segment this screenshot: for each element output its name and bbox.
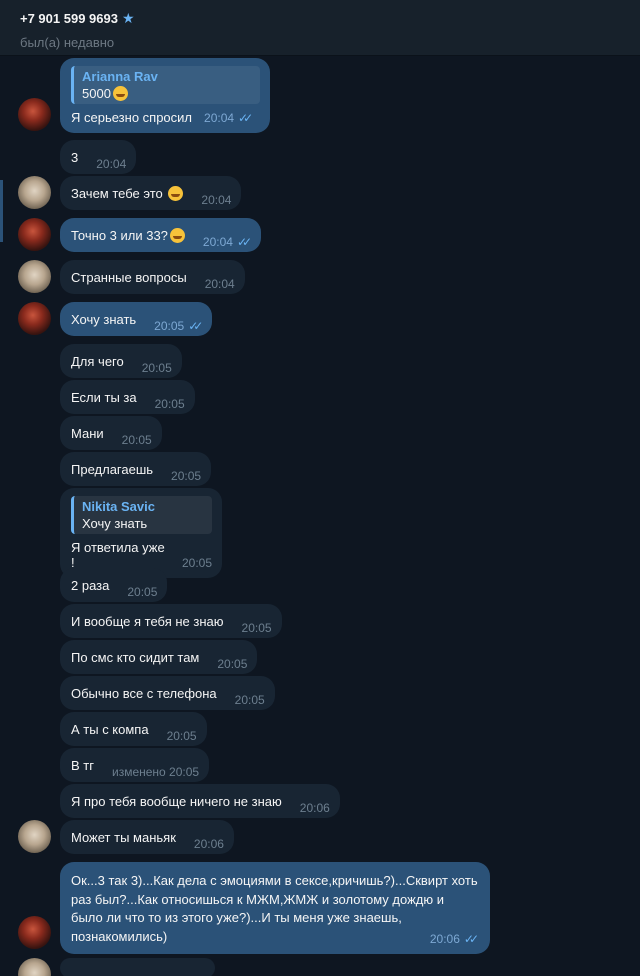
laughing-emoji-icon: [112, 86, 128, 101]
message-time: 20:05: [171, 469, 202, 483]
message-time: 20:04: [204, 111, 235, 125]
message-incoming[interactable]: И вообще я тебя не знаю 20:05: [60, 604, 282, 638]
message-text: Я ответила уже !: [71, 540, 165, 570]
message-time: 20:05: [166, 729, 197, 743]
quoted-text: Хочу знать: [82, 516, 148, 531]
message-incoming[interactable]: По смс кто сидит там 20:05: [60, 640, 258, 674]
message-incoming[interactable]: Предлагаешь 20:05: [60, 452, 212, 486]
message-text: Мани: [71, 425, 104, 441]
quoted-author: Arianna Rav: [82, 69, 158, 84]
message-text: Точно 3 или 33?: [71, 227, 168, 243]
message-time: 20:04: [201, 193, 232, 207]
message-text: А ты с компа: [71, 721, 149, 737]
message-incoming[interactable]: Зачем тебе это 20:04: [60, 176, 242, 210]
message-time: 20:05: [234, 693, 265, 707]
message-outgoing[interactable]: Ок...3 так 3)...Как дела с эмоциями в се…: [60, 862, 490, 954]
message-incoming[interactable]: Если ты за 20:05: [60, 380, 195, 414]
reply-bubble[interactable]: Nikita Savic Хочу знать Я ответила уже !…: [60, 488, 222, 578]
message-text: Предлагаешь: [71, 461, 154, 477]
message-incoming[interactable]: А ты с компа 20:05: [60, 712, 207, 746]
message-time: 20:05: [127, 585, 158, 599]
message-time: 20:05: [141, 361, 172, 375]
message-text: Если ты за: [71, 389, 137, 405]
message-incoming[interactable]: [60, 958, 215, 976]
reply-bubble[interactable]: Arianna Rav 5000 Я серьезно спросил 20:0…: [60, 58, 270, 133]
message-incoming[interactable]: 3 20:04: [60, 140, 137, 174]
message-text: Я про тебя вообще ничего не знаю: [71, 793, 282, 809]
message-time: 20:04: [96, 157, 127, 171]
message-text: И вообще я тебя не знаю: [71, 613, 224, 629]
message-outgoing[interactable]: Arianna Rav 5000 Я серьезно спросил 20:0…: [60, 58, 270, 133]
message-text: 2 раза: [71, 577, 110, 593]
avatar[interactable]: [18, 218, 51, 251]
message-text: Ок...3 так 3)...Как дела с эмоциями в се…: [71, 873, 478, 944]
message-text: Я серьезно спросил: [71, 110, 193, 125]
message-outgoing[interactable]: Точно 3 или 33? 20:04 ✓✓: [60, 218, 262, 252]
message-incoming[interactable]: В тг изменено 20:05: [60, 748, 210, 782]
message-incoming[interactable]: 2 раза 20:05: [60, 568, 168, 602]
message-incoming[interactable]: Я про тебя вообще ничего не знаю 20:06: [60, 784, 340, 818]
message-text: В тг: [71, 757, 94, 773]
message-text: 3: [71, 149, 79, 165]
avatar[interactable]: [18, 916, 51, 949]
chat-title[interactable]: +7 901 599 9693 ★: [20, 10, 620, 27]
message-text: По смс кто сидит там: [71, 649, 200, 665]
message-text: Обычно все с телефона: [71, 685, 217, 701]
quoted-text: 5000: [82, 86, 111, 101]
message-bubble-partial[interactable]: [60, 958, 215, 976]
message-text: Может ты маньяк: [71, 829, 176, 845]
message-time: изменено 20:05: [111, 765, 200, 779]
message-time: 20:05: [154, 397, 185, 411]
thinking-emoji-icon: [168, 185, 184, 201]
message-bubble[interactable]: Ок...3 так 3)...Как дела с эмоциями в се…: [60, 862, 490, 954]
message-time: 20:06: [299, 801, 330, 815]
quoted-message[interactable]: Nikita Savic Хочу знать: [71, 496, 212, 534]
message-incoming[interactable]: Для чего 20:05: [60, 344, 182, 378]
avatar[interactable]: [18, 176, 51, 209]
laughing-emoji-icon: [169, 227, 185, 243]
avatar[interactable]: [18, 958, 51, 976]
message-time: 20:05: [217, 657, 248, 671]
message-time: 20:05: [154, 319, 185, 333]
message-incoming[interactable]: Мани 20:05: [60, 416, 162, 450]
quoted-author: Nikita Savic: [82, 499, 155, 514]
message-incoming[interactable]: Nikita Savic Хочу знать Я ответила уже !…: [60, 488, 222, 578]
contact-phone[interactable]: +7 901 599 9693: [20, 11, 118, 26]
message-time: 20:06: [429, 931, 460, 946]
message-incoming[interactable]: Может ты маньяк 20:06: [60, 820, 234, 854]
message-time: 20:05: [241, 621, 272, 635]
message-list[interactable]: Arianna Rav 5000 Я серьезно спросил 20:0…: [0, 56, 640, 976]
quoted-message[interactable]: Arianna Rav 5000: [71, 66, 260, 104]
message-time: 20:05: [121, 433, 152, 447]
chat-header: +7 901 599 9693 ★ был(а) недавно: [0, 0, 640, 56]
avatar[interactable]: [18, 260, 51, 293]
message-text: Хочу знать: [71, 311, 137, 327]
message-time: 20:06: [193, 837, 224, 851]
message-time: 20:05: [181, 556, 212, 570]
star-icon: ★: [121, 10, 135, 26]
avatar[interactable]: [18, 98, 51, 131]
contact-status: был(а) недавно: [20, 35, 115, 50]
message-text: Для чего: [71, 353, 124, 369]
read-check-icon: ✓✓: [238, 111, 253, 125]
message-incoming[interactable]: Странные вопросы 20:04: [60, 260, 245, 294]
message-text: Странные вопросы: [71, 269, 187, 285]
read-check-icon: ✓✓: [463, 931, 479, 946]
read-check-icon: ✓✓: [236, 235, 252, 249]
avatar[interactable]: [18, 820, 51, 853]
message-time: 20:04: [204, 277, 235, 291]
message-incoming[interactable]: Обычно все с телефона 20:05: [60, 676, 275, 710]
message-time: 20:04: [202, 235, 233, 249]
message-outgoing[interactable]: Хочу знать 20:05 ✓✓: [60, 302, 213, 336]
read-check-icon: ✓✓: [188, 319, 203, 333]
avatar[interactable]: [18, 302, 51, 335]
message-text: Зачем тебе это: [71, 185, 163, 201]
